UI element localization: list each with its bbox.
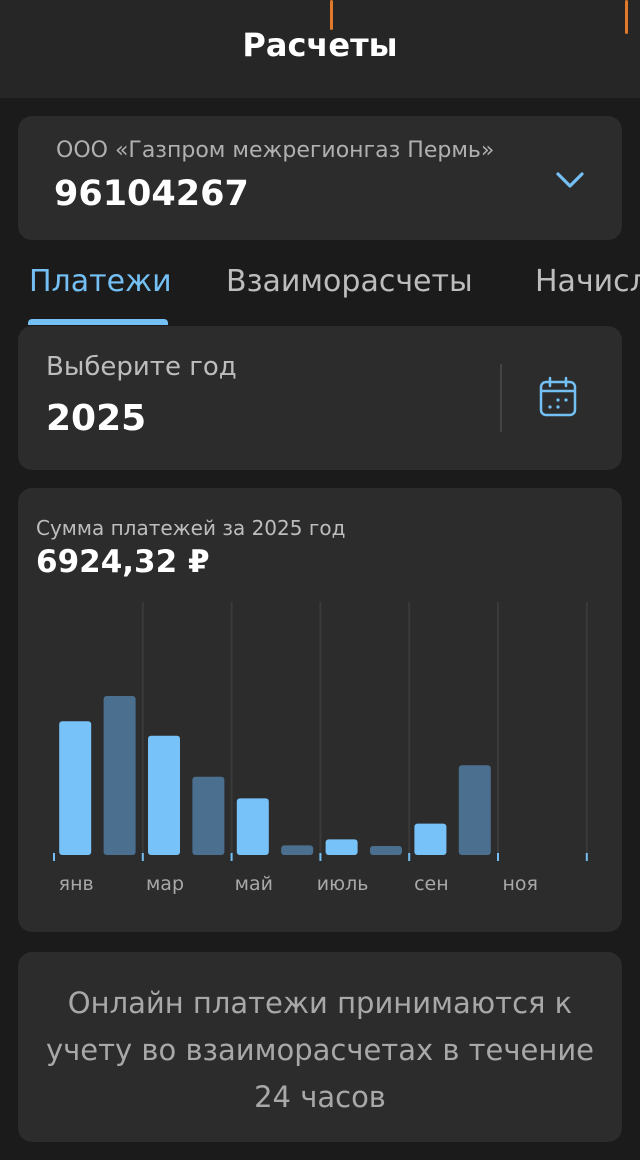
chevron-down-icon[interactable] (554, 168, 586, 192)
active-tab-indicator (28, 319, 168, 325)
info-notice: Онлайн платежи принимаются к учету во вз… (18, 952, 622, 1142)
bar-фев[interactable] (103, 695, 136, 855)
bar-янв[interactable] (59, 721, 92, 855)
tab-accruals[interactable]: Начисл (535, 264, 640, 299)
bar-сен[interactable] (414, 823, 447, 855)
tab-bar: Платежи Взаиморасчеты Начисл (0, 262, 640, 326)
bar-окт[interactable] (458, 765, 491, 855)
bar-июн[interactable] (281, 845, 314, 855)
month-label: янв (59, 873, 94, 895)
calendar-icon[interactable] (538, 376, 578, 418)
month-label: сен (414, 873, 449, 895)
bar-апр[interactable] (192, 776, 225, 855)
bar-май[interactable] (236, 798, 269, 855)
year-label: Выберите год (46, 352, 237, 382)
account-number: 96104267 (54, 174, 249, 214)
top-bar: Расчеты (0, 0, 640, 98)
tab-payments[interactable]: Платежи (29, 264, 172, 299)
provider-name: ООО «Газпром межрегионгаз Пермь» (56, 138, 495, 163)
page-title: Расчеты (242, 26, 398, 64)
bar-авг[interactable] (370, 845, 402, 855)
payments-chart-card: Сумма платежей за 2025 год 6924,32 ₽ янв… (18, 488, 622, 932)
bar-июль[interactable] (325, 839, 358, 855)
month-label: ноя (502, 873, 537, 895)
month-label: июль (317, 873, 369, 895)
bar-мар[interactable] (148, 735, 180, 855)
month-label: май (235, 873, 273, 895)
notice-text: Онлайн платежи принимаются к учету во вз… (45, 986, 595, 1114)
account-selector[interactable]: ООО «Газпром межрегионгаз Пермь» 9610426… (18, 116, 622, 240)
year-value: 2025 (46, 398, 147, 439)
year-selector[interactable]: Выберите год 2025 (18, 326, 622, 470)
month-label: мар (146, 873, 184, 895)
payments-bar-chart: янв мар май июль сен ноя (53, 602, 588, 895)
divider (500, 364, 502, 432)
tab-settlements[interactable]: Взаиморасчеты (226, 264, 473, 299)
